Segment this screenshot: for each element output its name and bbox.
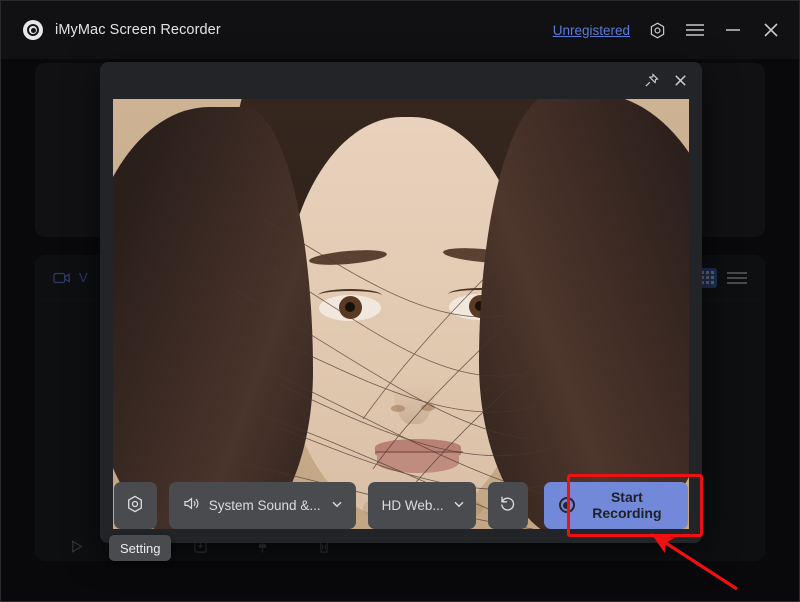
dialog-titlebar bbox=[100, 62, 702, 98]
close-icon[interactable] bbox=[673, 73, 688, 88]
hair-strands bbox=[113, 99, 689, 529]
title-bar: iMyMac Screen Recorder Unregistered bbox=[1, 1, 799, 59]
speaker-icon bbox=[183, 496, 200, 514]
webcam-live-preview bbox=[113, 99, 689, 529]
chevron-down-icon bbox=[330, 497, 344, 514]
app-window: iMyMac Screen Recorder Unregistered bbox=[0, 0, 800, 602]
view-toggle-group bbox=[697, 268, 747, 288]
record-dot-icon bbox=[559, 497, 575, 513]
play-button[interactable] bbox=[45, 539, 107, 554]
close-icon[interactable] bbox=[761, 20, 781, 40]
hex-account-icon[interactable] bbox=[648, 21, 667, 40]
start-recording-label: Start Recording bbox=[584, 489, 670, 521]
camera-source-select[interactable]: HD Web... bbox=[368, 482, 476, 529]
app-logo-icon bbox=[23, 20, 43, 40]
webcam-video-frame bbox=[113, 99, 689, 529]
start-recording-button[interactable]: Start Recording bbox=[544, 482, 688, 529]
hamburger-menu-icon[interactable] bbox=[685, 22, 705, 38]
refresh-button[interactable] bbox=[488, 482, 528, 529]
settings-button[interactable] bbox=[114, 482, 157, 529]
setting-tooltip-label: Setting bbox=[120, 541, 160, 556]
video-camera-icon bbox=[53, 271, 71, 285]
chevron-down-icon bbox=[452, 497, 466, 514]
recordings-panel-label: V bbox=[79, 270, 88, 285]
audio-source-select[interactable]: System Sound &... bbox=[169, 482, 356, 529]
app-title: iMyMac Screen Recorder bbox=[55, 22, 221, 38]
list-view-icon[interactable] bbox=[727, 272, 747, 284]
unregistered-link[interactable]: Unregistered bbox=[553, 23, 630, 38]
refresh-ccw-icon bbox=[498, 494, 517, 516]
camera-source-value: HD Web... bbox=[382, 498, 444, 513]
minimize-icon[interactable] bbox=[723, 22, 743, 38]
titlebar-actions: Unregistered bbox=[553, 20, 781, 40]
dialog-control-bar: System Sound &... HD Web... bbox=[100, 467, 702, 543]
setting-tooltip: Setting bbox=[109, 535, 171, 561]
pushpin-icon[interactable] bbox=[644, 73, 659, 88]
audio-source-value: System Sound &... bbox=[209, 498, 321, 513]
webcam-preview-dialog: System Sound &... HD Web... bbox=[100, 62, 702, 543]
hex-gear-icon bbox=[125, 494, 145, 517]
